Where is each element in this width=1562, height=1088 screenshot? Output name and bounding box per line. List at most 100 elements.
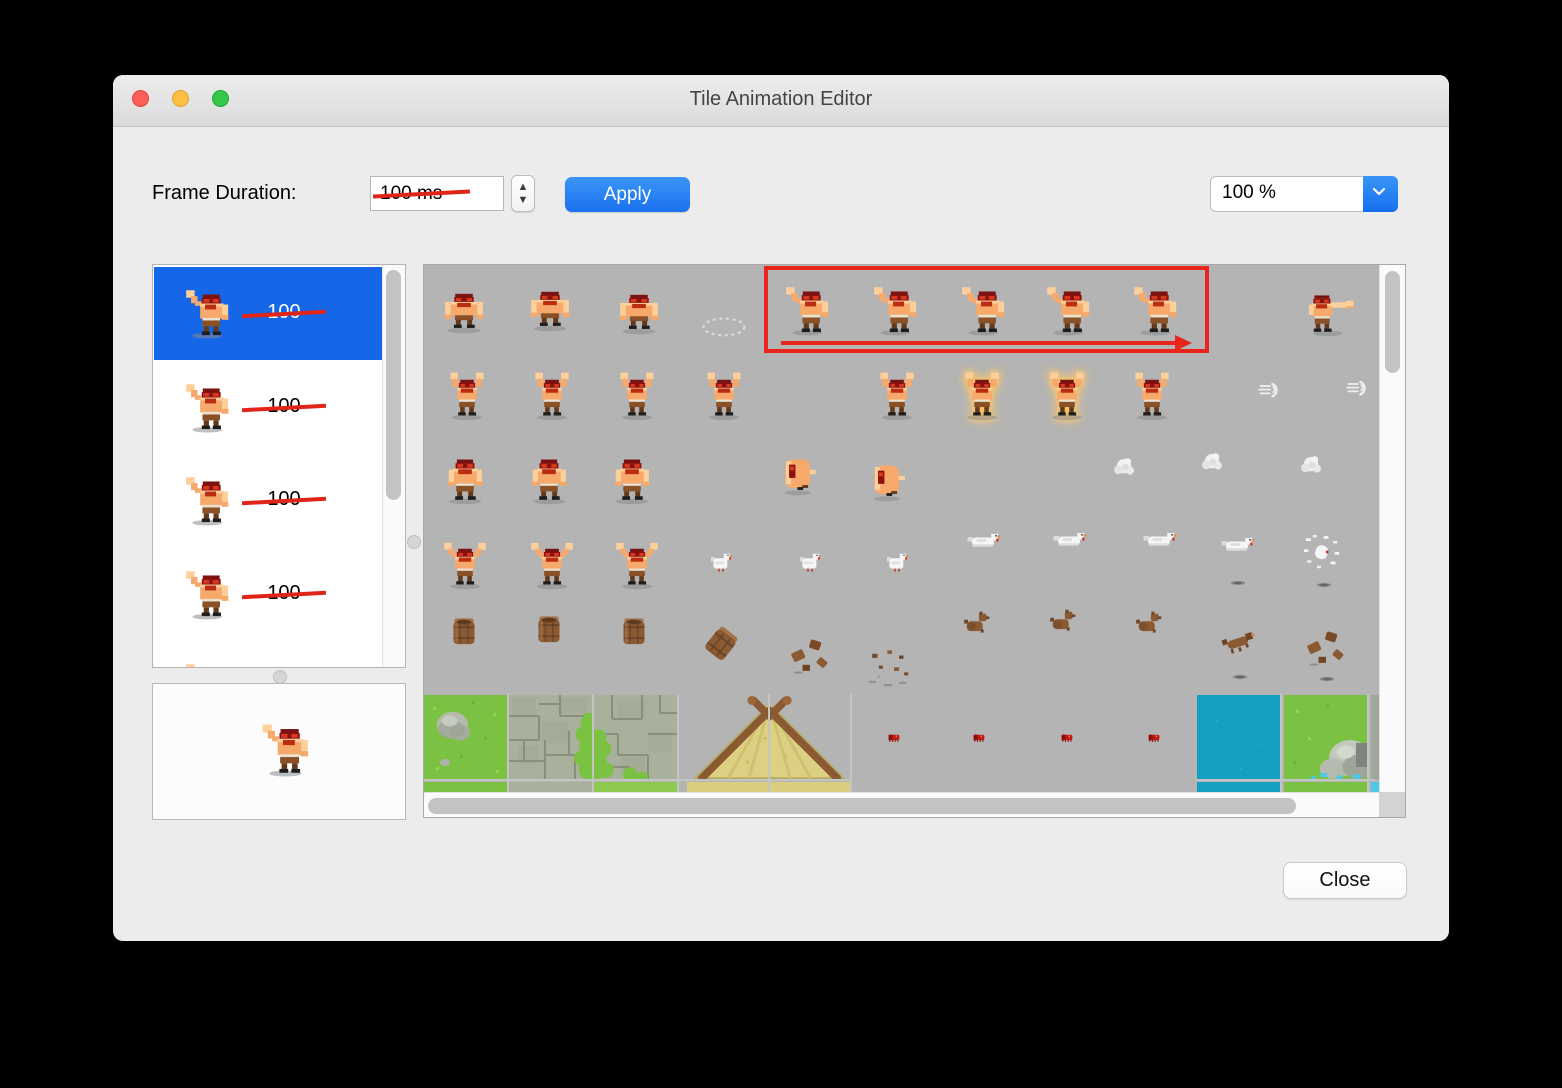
tile-sprite-debris[interactable] [784,626,838,680]
tile-strip[interactable] [1284,781,1368,793]
tile-sprite-armsup[interactable] [698,370,750,422]
tileset-view[interactable] [423,264,1406,818]
frame-duration-stepper[interactable]: ▲ ▼ [511,175,535,212]
tile-sprite-shadowpatch[interactable] [1227,664,1253,690]
tile-strip[interactable] [1197,781,1281,793]
tile-sprite-dog[interactable] [1044,604,1082,642]
zoom-level-combobox[interactable]: 100 % [1210,176,1398,212]
frame-list-item[interactable]: 100 [154,641,382,667]
tile-sprite-ellipse[interactable] [700,303,748,351]
tile-sprite-smoke[interactable] [1295,449,1327,481]
tile-sprite-chickstand[interactable] [794,547,826,579]
tile-sprite-crouch[interactable] [524,285,576,337]
stepper-down-icon[interactable]: ▼ [512,195,534,206]
tile-sprite-feathers[interactable] [1299,530,1343,574]
tile-sprite-chickstand[interactable] [705,547,737,579]
tile-sprite-stand[interactable] [606,454,658,506]
tile-sprite-armsup[interactable] [956,370,1008,422]
frame-list-item[interactable]: 100 [154,547,382,641]
tile-sprite-debris[interactable] [1300,618,1354,672]
tile-strip[interactable] [1371,695,1379,779]
tile-sprite-chickfly[interactable] [1050,521,1090,561]
stepper-up-icon[interactable]: ▲ [512,182,534,193]
tile-sprite-t-grassrock[interactable] [1284,695,1368,779]
tile-sprite-armsup[interactable] [526,370,578,422]
tile-sprite-chickfly[interactable] [1140,521,1180,561]
close-button[interactable]: Close [1283,862,1407,899]
tile-sprite-t-water[interactable] [1197,695,1281,779]
titlebar[interactable]: Tile Animation Editor [113,75,1449,127]
tileset-content[interactable] [424,265,1379,794]
tile-sprite-armsv[interactable] [611,539,663,591]
frame-list-item[interactable]: 100 [154,267,382,360]
tile-sprite-crouch[interactable] [438,287,490,339]
tile-sprite-chickfly[interactable] [964,522,1004,562]
tile-sprite-dog[interactable] [958,606,996,644]
tile-sprite-dash[interactable] [1255,376,1283,404]
frame-sprite [180,568,232,620]
tile-strip[interactable] [594,781,678,793]
tile-gridline [507,694,509,792]
tile-sprite-smoke[interactable] [1108,451,1140,483]
tile-sprite-armsup[interactable] [441,370,493,422]
tile-sprite-barrel[interactable] [613,611,655,653]
tile-sprite-armsup[interactable] [1041,370,1093,422]
horizontal-splitter-handle-icon[interactable] [273,670,287,684]
frame-list-item[interactable]: 100 [154,360,382,454]
tile-sprite-barreltilt[interactable] [698,621,744,667]
tile-gridline [677,694,679,792]
tile-gridline [1280,694,1282,792]
tileset-horizontal-scrollbar[interactable] [424,792,1379,817]
tile-sprite-armsv[interactable] [526,539,578,591]
tileset-vertical-scrollbar-thumb[interactable] [1385,271,1400,373]
animation-frame-list[interactable]: 100 100 100 100 100 [152,264,406,668]
tile-sprite-armsup[interactable] [871,370,923,422]
tile-sprite-squirrel[interactable] [1218,621,1260,663]
tile-sprite-armsv[interactable] [439,539,491,591]
frame-sprite [180,474,232,526]
tile-sprite-crab[interactable] [967,726,991,750]
tile-sprite-t-stone[interactable] [509,695,593,779]
tile-sprite-crouch[interactable] [613,288,665,340]
tile-animation-editor-window: Tile Animation Editor Frame Duration: ▲ … [113,75,1449,941]
tile-sprite-shadowpatch[interactable] [1225,570,1251,596]
tileset-vertical-scrollbar[interactable] [1379,265,1405,794]
tile-sprite-armsup[interactable] [1126,370,1178,422]
tile-sprite-chickstand[interactable] [881,547,913,579]
tile-gridline [1196,779,1375,781]
tile-sprite-punchside[interactable] [1305,286,1357,338]
tile-sprite-roll[interactable] [864,458,910,504]
tile-sprite-dash[interactable] [1343,374,1371,402]
zoom-dropdown-button[interactable] [1363,176,1398,212]
preview-sprite [256,721,312,777]
tile-sprite-smoke[interactable] [1196,446,1228,478]
tile-gridline [1367,694,1369,792]
frame-duration-label: Frame Duration: [152,182,297,204]
zoom-level-value: 100 % [1222,182,1276,203]
tile-sprite-dirtbits[interactable] [862,642,916,696]
tile-strip[interactable] [1371,781,1379,793]
tile-sprite-t-stone2[interactable] [594,695,678,779]
tile-sprite-crab[interactable] [882,726,906,750]
tile-sprite-roll[interactable] [775,452,821,498]
tile-sprite-armsup[interactable] [611,370,663,422]
tile-sprite-stand[interactable] [439,454,491,506]
tile-sprite-stand[interactable] [523,454,575,506]
frame-list-item[interactable]: 100 [154,454,382,547]
tile-strip[interactable] [424,781,508,793]
frame-list-scrollbar[interactable] [382,265,405,667]
frame-list-scrollbar-thumb[interactable] [386,270,401,500]
frame-sprite [180,287,232,339]
apply-button[interactable]: Apply [565,177,690,212]
tile-sprite-dog[interactable] [1130,606,1168,644]
vertical-splitter-handle-icon[interactable] [407,535,421,549]
tile-sprite-chickfly[interactable] [1218,526,1258,566]
tile-sprite-barrel[interactable] [443,611,485,653]
tile-sprite-t-grass[interactable] [424,695,508,779]
tile-sprite-crab[interactable] [1055,726,1079,750]
tile-strip[interactable] [509,781,593,793]
tile-sprite-barrel[interactable] [528,609,570,651]
tile-sprite-shadowpatch[interactable] [1311,572,1337,598]
tileset-horizontal-scrollbar-thumb[interactable] [428,798,1296,814]
tile-sprite-crab[interactable] [1142,726,1166,750]
